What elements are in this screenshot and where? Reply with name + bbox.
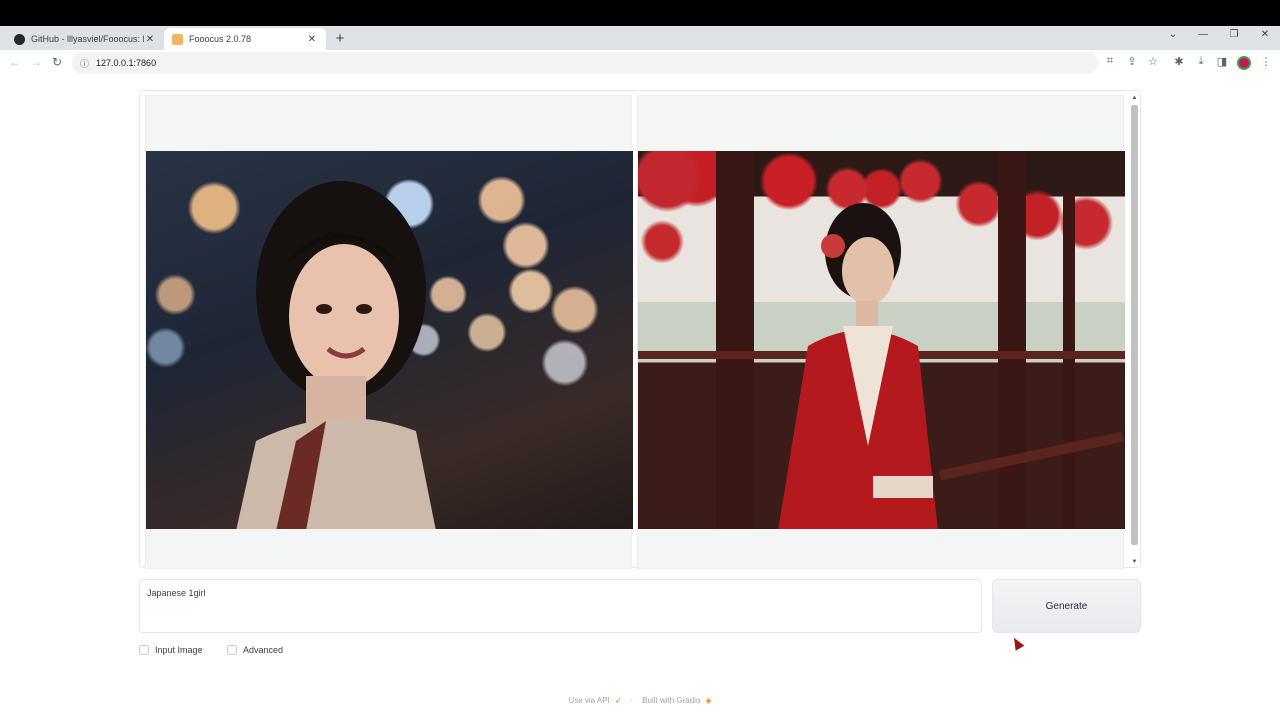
use-api-link[interactable]: Use via API <box>568 696 609 705</box>
menu-kebab-icon[interactable]: ⋮ <box>1259 55 1273 68</box>
restore-button[interactable]: ❐ <box>1219 29 1249 40</box>
tab-github[interactable]: GitHub - lllyasviel/Fooocus: Fooc ✕ <box>6 28 164 50</box>
checkbox-label: Input Image <box>155 645 203 655</box>
advanced-checkbox[interactable]: Advanced <box>227 645 283 655</box>
portrait-figure <box>236 181 436 529</box>
browser-chrome: GitHub - lllyasviel/Fooocus: Fooc ✕ Fooo… <box>0 26 1280 77</box>
prompt-input[interactable]: Japanese 1girl <box>139 579 982 633</box>
checkbox-box[interactable] <box>227 645 237 655</box>
built-with-gradio-link[interactable]: Built with Gradio <box>642 696 700 705</box>
railing <box>939 431 1124 481</box>
scrollbar-thumb[interactable] <box>1131 105 1138 545</box>
scroll-down-icon[interactable]: ▼ <box>1130 559 1139 565</box>
gallery-scrollbar[interactable]: ▲ ▼ <box>1130 95 1139 565</box>
mouse-cursor-icon <box>1009 635 1025 651</box>
checkbox-label: Advanced <box>243 645 284 655</box>
bookmark-star-icon[interactable]: ☆ <box>1146 55 1160 68</box>
reload-icon[interactable]: ↻ <box>49 55 65 69</box>
side-panel-icon[interactable]: ◨ <box>1215 55 1229 68</box>
gallery-item[interactable] <box>637 95 1125 569</box>
checkbox-box[interactable] <box>139 645 149 655</box>
extensions-icon[interactable]: ✱ <box>1172 55 1186 68</box>
image-gallery: ▲ ▼ <box>139 90 1141 569</box>
new-tab-button[interactable]: + <box>332 30 348 47</box>
minimize-button[interactable]: — <box>1188 29 1218 40</box>
address-bar[interactable]: ⓘ 127.0.0.1:7860 <box>72 52 1098 74</box>
browser-toolbar: ← → ↻ ⓘ 127.0.0.1:7860 ⌗ ⇪ ☆ ✱ ⤓ ◨ ⋮ <box>0 50 1280 77</box>
tab-title: Fooocus 2.0.78 <box>189 34 252 44</box>
tab-fooocus[interactable]: Fooocus 2.0.78 ✕ <box>164 28 326 50</box>
share-icon[interactable]: ⇪ <box>1125 55 1139 68</box>
pillar <box>716 151 754 529</box>
footer: Use via API ➶ · Built with Gradio ◈ <box>0 696 1280 705</box>
forward-icon[interactable]: → <box>28 55 44 69</box>
footer-separator: · <box>630 696 634 705</box>
generate-button[interactable]: Generate <box>992 579 1141 633</box>
fooocus-icon <box>172 33 183 45</box>
site-info-icon[interactable]: ⓘ <box>80 57 89 70</box>
back-icon[interactable]: ← <box>7 55 23 69</box>
input-image-checkbox[interactable]: Input Image <box>139 645 203 655</box>
close-icon[interactable]: ✕ <box>144 34 156 45</box>
app-page: ▲ ▼ Japanese 1girl Generate Input Image … <box>0 77 1280 720</box>
gradio-logo-icon: ◈ <box>705 696 712 705</box>
translate-icon[interactable]: ⌗ <box>1103 55 1117 68</box>
pillar <box>998 151 1026 529</box>
pillar <box>1063 191 1075 529</box>
tab-title: GitHub - lllyasviel/Fooocus: Fooc <box>31 34 144 44</box>
kimono-figure <box>778 203 938 529</box>
generated-image[interactable] <box>638 151 1125 529</box>
tab-search-button[interactable]: ⌄ <box>1158 29 1188 40</box>
close-icon[interactable]: ✕ <box>306 34 318 45</box>
rocket-icon: ➶ <box>614 696 622 705</box>
top-black-bar <box>0 0 1280 26</box>
generated-image[interactable] <box>146 151 633 529</box>
download-icon[interactable]: ⤓ <box>1194 55 1208 68</box>
profile-avatar[interactable] <box>1237 56 1251 70</box>
tab-strip: GitHub - lllyasviel/Fooocus: Fooc ✕ Fooo… <box>0 26 1280 50</box>
scroll-up-icon[interactable]: ▲ <box>1130 95 1139 101</box>
window-close-button[interactable]: ✕ <box>1250 29 1280 40</box>
github-icon <box>14 33 25 45</box>
url-text: 127.0.0.1:7860 <box>96 58 157 68</box>
gallery-item[interactable] <box>145 95 633 569</box>
